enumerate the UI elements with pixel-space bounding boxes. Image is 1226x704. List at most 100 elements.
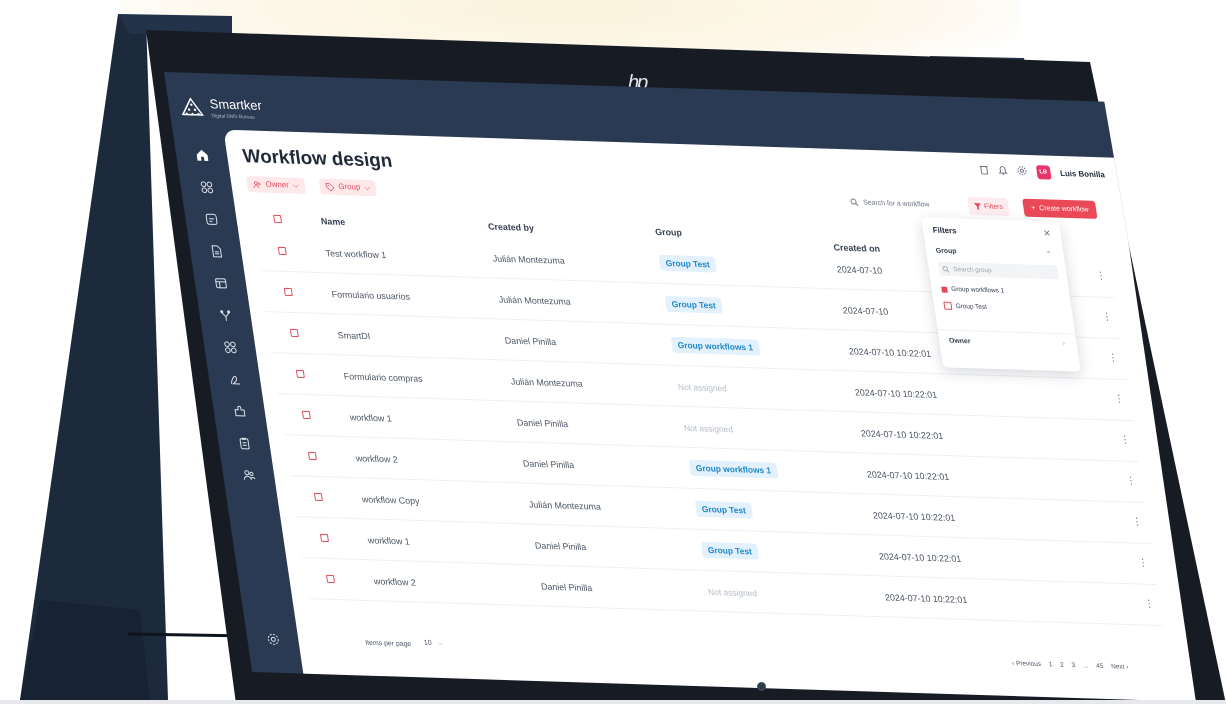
page-title: Workflow design [241, 146, 394, 172]
calendar-icon[interactable] [200, 208, 223, 229]
users-icon [253, 180, 261, 188]
user-name[interactable]: Luis Bonilla [1059, 168, 1105, 178]
row-created-on: 2024-07-10 10:22:01 [884, 592, 968, 605]
create-workflow-button[interactable]: + Create workflow [1022, 198, 1098, 219]
row-menu-icon[interactable]: ⋮ [1131, 517, 1142, 528]
bell-icon[interactable] [997, 164, 1008, 177]
row-created-by: Daniel Pinilla [540, 581, 593, 594]
chevron-right-icon[interactable]: › [1062, 340, 1065, 347]
group-option-test[interactable]: Group Test [943, 301, 988, 311]
filter-icon [973, 202, 981, 210]
brand[interactable]: Smartker Digital DMS Bureau [179, 94, 264, 121]
row-name[interactable]: workflow 2 [373, 576, 416, 587]
checkbox-unchecked[interactable] [943, 301, 953, 310]
row-checkbox[interactable] [301, 410, 311, 421]
group-search-placeholder: Search group [952, 265, 993, 274]
checkbox-checked[interactable] [941, 286, 948, 293]
page-3-button[interactable]: 3 [1071, 662, 1076, 669]
row-name[interactable]: Formulario usuarios [331, 289, 411, 301]
row-menu-icon[interactable]: ⋮ [1138, 558, 1149, 569]
next-page-button[interactable]: Next › [1111, 663, 1129, 671]
main-panel: Workflow design Owner ⌵ Group ⌵ LB Luis … [223, 129, 1196, 700]
divider [937, 329, 1076, 335]
row-menu-icon[interactable]: ⋮ [1125, 476, 1136, 487]
group-option-label: Group Test [955, 302, 988, 311]
filters-button[interactable]: Filters [967, 196, 1011, 217]
users-icon[interactable] [237, 464, 260, 485]
row-menu-icon[interactable]: ⋮ [1119, 435, 1130, 446]
row-group-badge: Group Test [694, 500, 753, 519]
row-name[interactable]: Test workflow 1 [325, 248, 387, 260]
owner-filter-chip[interactable]: Owner ⌵ [245, 176, 306, 194]
row-checkbox[interactable] [325, 574, 336, 585]
select-all-checkbox[interactable] [273, 214, 283, 225]
previous-page-button[interactable]: ‹ Previous [1012, 660, 1042, 668]
page-1-button[interactable]: 1 [1048, 661, 1053, 668]
chevron-down-icon: ⌵ [292, 180, 300, 190]
row-created-by: Daniel Pinilla [522, 458, 575, 471]
row-checkbox[interactable] [289, 328, 299, 339]
row-group-badge: Group workflows 1 [688, 459, 779, 479]
settings-icon[interactable] [261, 628, 284, 649]
group-section-label[interactable]: Group [935, 248, 957, 256]
tag-icon [325, 182, 335, 192]
column-group[interactable]: Group [654, 227, 682, 238]
row-name[interactable]: workflow Copy [361, 494, 420, 506]
gear-icon[interactable] [1016, 165, 1028, 178]
row-checkbox[interactable] [307, 451, 317, 462]
page-2-button[interactable]: 2 [1060, 662, 1065, 669]
row-menu-icon[interactable]: ⋮ [1095, 271, 1106, 282]
table-icon[interactable] [209, 272, 232, 293]
column-created-by[interactable]: Created by [487, 222, 534, 233]
row-created-on: 2024-07-10 [842, 305, 889, 317]
close-icon[interactable]: ✕ [1043, 228, 1052, 239]
group-option-workflows-1[interactable]: Group workflows 1 [941, 286, 1005, 295]
document-icon[interactable] [204, 240, 227, 261]
puzzle-icon[interactable] [228, 400, 251, 421]
create-workflow-label: Create workflow [1038, 204, 1090, 214]
row-created-by: Daniel Pinilla [534, 540, 587, 553]
row-checkbox[interactable] [313, 492, 323, 503]
items-per-page-select[interactable]: 10 ⌵ [424, 640, 444, 649]
owner-section-label[interactable]: Owner [949, 338, 971, 346]
chevron-down-icon: ⌵ [437, 640, 444, 648]
row-group-empty: Not assigned [707, 586, 758, 599]
row-created-by: Daniel Pinilla [516, 417, 569, 430]
row-name[interactable]: workflow 2 [355, 453, 398, 464]
row-menu-icon[interactable]: ⋮ [1113, 394, 1124, 405]
row-checkbox[interactable] [283, 287, 293, 298]
trash-icon[interactable] [979, 164, 990, 177]
chevron-up-icon[interactable]: ⌃ [1045, 250, 1053, 258]
pagination-controls: ‹ Previous 1 2 3 ... 45 Next › [1012, 660, 1129, 671]
row-name[interactable]: workflow 1 [367, 535, 410, 546]
row-menu-icon[interactable]: ⋮ [1107, 353, 1118, 364]
row-checkbox[interactable] [277, 246, 287, 257]
search-icon [850, 198, 859, 207]
group-search-input[interactable]: Search group [937, 261, 1060, 280]
smartker-logo-icon [181, 97, 204, 116]
row-group-badge: Group Test [658, 254, 717, 273]
signature-icon[interactable] [223, 368, 246, 389]
row-menu-icon[interactable]: ⋮ [1101, 312, 1112, 323]
group-option-label: Group workflows 1 [950, 285, 1005, 295]
workflow-icon[interactable] [214, 304, 237, 325]
row-name[interactable]: SmartDI [337, 330, 371, 341]
column-name[interactable]: Name [320, 216, 346, 227]
row-created-on: 2024-07-10 10:22:01 [878, 551, 962, 564]
row-name[interactable]: Formulario compras [343, 371, 423, 383]
row-checkbox[interactable] [319, 533, 329, 544]
group-filter-chip[interactable]: Group ⌵ [318, 178, 378, 197]
apps-icon[interactable] [195, 176, 218, 197]
row-menu-icon[interactable]: ⋮ [1144, 599, 1155, 610]
workflow-search-input[interactable]: Search for a workflow [849, 193, 960, 214]
row-checkbox[interactable] [295, 369, 305, 380]
user-avatar[interactable]: LB [1035, 165, 1052, 180]
grid-icon[interactable] [219, 336, 242, 357]
row-name[interactable]: workflow 1 [349, 412, 392, 423]
stand-shadow [20, 600, 150, 700]
clipboard-icon[interactable] [233, 432, 256, 453]
page-45-button[interactable]: 45 [1096, 663, 1104, 670]
home-icon[interactable] [190, 144, 213, 165]
filters-popover-title: Filters [932, 225, 958, 236]
brand-subtitle: Digital DMS Bureau [211, 113, 256, 121]
